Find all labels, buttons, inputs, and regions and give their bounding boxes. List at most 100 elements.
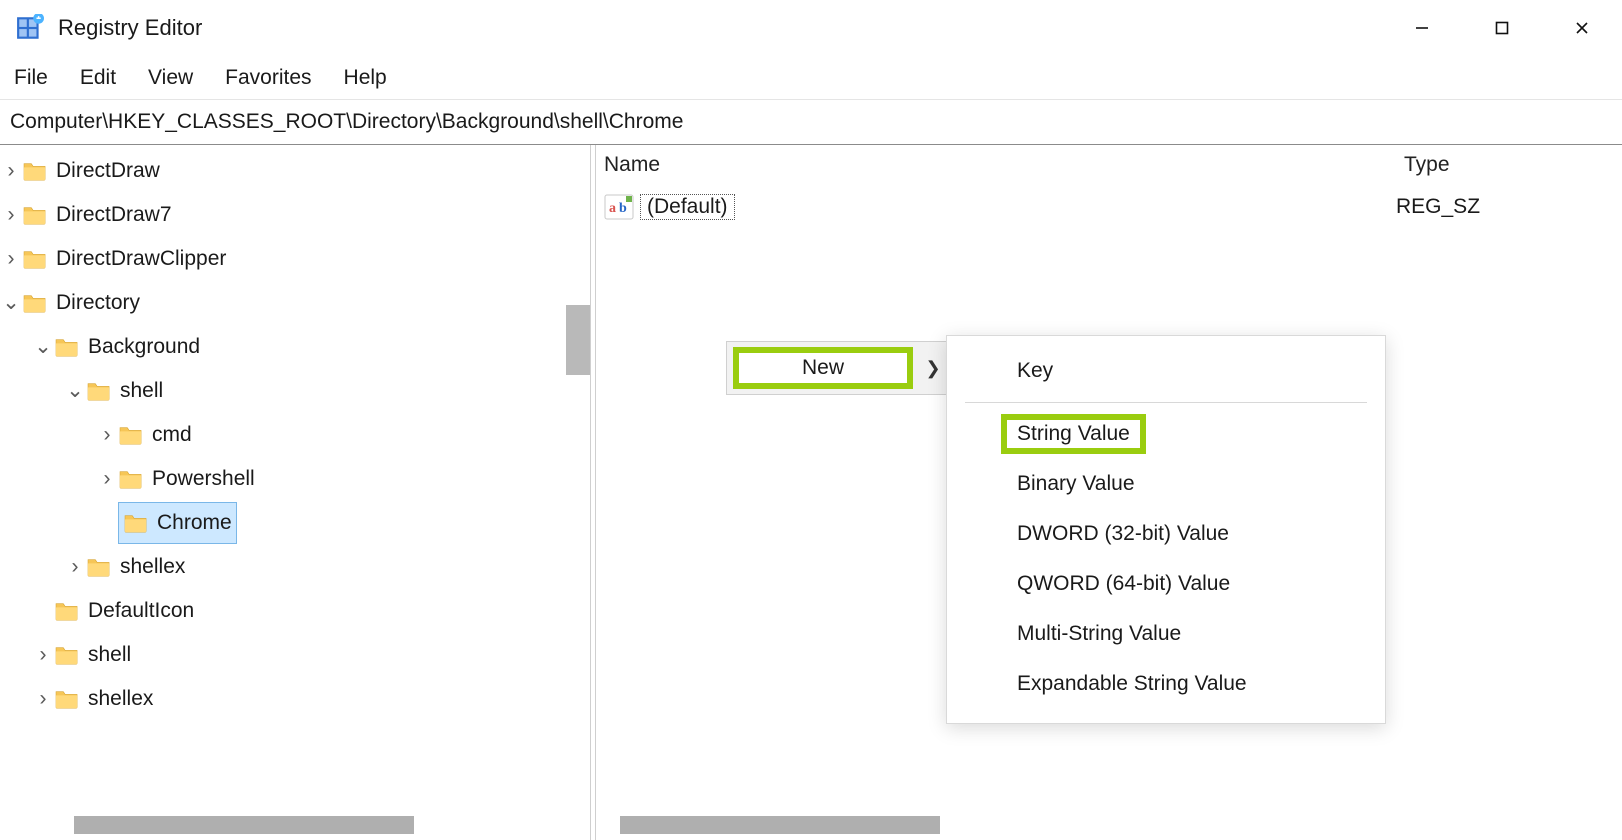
context-menu-item-new[interactable]: New <box>733 347 913 389</box>
address-bar[interactable]: Computer\HKEY_CLASSES_ROOT\Directory\Bac… <box>0 99 1622 145</box>
tree-item[interactable]: › shellex <box>0 677 590 721</box>
tree-item-label: shell <box>120 371 163 411</box>
context-menu-item-label: Multi-String Value <box>1017 622 1181 646</box>
context-menu-item-label: DWORD (32-bit) Value <box>1017 522 1229 546</box>
context-menu-item[interactable]: String Value <box>947 409 1385 459</box>
tree-item[interactable]: ⌄ shell <box>0 369 590 413</box>
chevron-down-icon[interactable]: ⌄ <box>64 371 86 411</box>
context-menu-parent: New ❯ <box>726 341 948 395</box>
context-menu-item[interactable]: DWORD (32-bit) Value <box>947 509 1385 559</box>
tree-item[interactable]: › DirectDraw7 <box>0 193 590 237</box>
close-icon <box>1575 21 1589 35</box>
column-header-type[interactable]: Type <box>1396 153 1622 177</box>
tree-item-label: Directory <box>56 283 140 323</box>
list-horizontal-scrollbar[interactable] <box>620 816 940 834</box>
list-pane: Name Type (Default) REG_SZ New ❯ Key Stri… <box>596 145 1622 840</box>
tree-item[interactable]: ⌄ Background <box>0 325 590 369</box>
folder-icon <box>118 424 144 446</box>
chevron-down-icon[interactable]: ⌄ <box>0 283 22 323</box>
context-menu-item[interactable]: Expandable String Value <box>947 659 1385 709</box>
tree-item[interactable]: DefaultIcon <box>0 589 590 633</box>
minimize-icon <box>1415 21 1429 35</box>
tree-item-label: DirectDraw7 <box>56 195 172 235</box>
menu-view[interactable]: View <box>148 66 193 90</box>
address-path: Computer\HKEY_CLASSES_ROOT\Directory\Bac… <box>10 110 683 134</box>
tree-pane: › DirectDraw › DirectDraw7 › DirectDrawClippe… <box>0 145 590 840</box>
folder-icon <box>22 292 48 314</box>
folder-icon <box>54 600 80 622</box>
minimize-button[interactable] <box>1382 0 1462 55</box>
tree-item[interactable]: ⌄ Directory <box>0 281 590 325</box>
context-menu-item[interactable]: Key <box>947 346 1385 396</box>
window-title: Registry Editor <box>58 15 202 41</box>
chevron-right-icon[interactable]: › <box>32 679 54 719</box>
folder-icon <box>22 204 48 226</box>
tree-item-label: DirectDrawClipper <box>56 239 226 279</box>
folder-icon <box>54 688 80 710</box>
context-menu-item-label: Binary Value <box>1017 472 1135 496</box>
chevron-down-icon[interactable]: ⌄ <box>32 327 54 367</box>
tree-item[interactable]: › cmd <box>0 413 590 457</box>
context-menu-item[interactable]: Binary Value <box>947 459 1385 509</box>
tree-item[interactable]: › DirectDrawClipper <box>0 237 590 281</box>
menu-favorites[interactable]: Favorites <box>225 66 311 90</box>
value-type: REG_SZ <box>1396 195 1480 219</box>
string-value-icon <box>604 194 634 220</box>
folder-icon <box>86 556 112 578</box>
maximize-icon <box>1495 21 1509 35</box>
tree-item-label: shellex <box>88 679 153 719</box>
chevron-right-icon[interactable]: › <box>64 547 86 587</box>
tree-item[interactable]: › shellex <box>0 545 590 589</box>
value-name: (Default) <box>640 194 735 220</box>
folder-icon <box>22 160 48 182</box>
tree-item-label: shell <box>88 635 131 675</box>
tree-item-label: cmd <box>152 415 192 455</box>
tree-item-label: Background <box>88 327 200 367</box>
folder-icon <box>123 512 149 534</box>
tree-item[interactable]: › DirectDraw <box>0 149 590 193</box>
chevron-right-icon[interactable]: › <box>32 635 54 675</box>
maximize-button[interactable] <box>1462 0 1542 55</box>
close-button[interactable] <box>1542 0 1622 55</box>
context-menu-item-label: QWORD (64-bit) Value <box>1017 572 1230 596</box>
context-menu-item-new-label: New <box>802 356 844 380</box>
chevron-right-icon[interactable]: › <box>0 239 22 279</box>
list-header: Name Type <box>596 145 1622 185</box>
tree-horizontal-scrollbar[interactable] <box>74 816 414 834</box>
context-menu-item[interactable]: QWORD (64-bit) Value <box>947 559 1385 609</box>
tree-item[interactable]: Chrome <box>0 501 590 545</box>
context-menu-item-label: Key <box>1017 359 1053 383</box>
folder-icon <box>118 468 144 490</box>
tree-item-label: Powershell <box>152 459 255 499</box>
submenu-arrow-icon: ❯ <box>919 358 947 379</box>
value-row[interactable]: (Default) REG_SZ <box>596 185 1622 229</box>
column-header-name[interactable]: Name <box>596 153 1396 177</box>
folder-icon <box>86 380 112 402</box>
folder-icon <box>54 644 80 666</box>
titlebar: Registry Editor <box>0 0 1622 55</box>
menu-file[interactable]: File <box>14 66 48 90</box>
context-menu-item[interactable]: Multi-String Value <box>947 609 1385 659</box>
context-menu: New ❯ Key String Value Binary Value DWORD (… <box>726 341 1386 724</box>
context-menu-item-label: Expandable String Value <box>1017 672 1247 696</box>
context-menu-item-label: String Value <box>1001 414 1146 454</box>
menubar: File Edit View Favorites Help <box>0 55 1622 99</box>
menu-help[interactable]: Help <box>344 66 387 90</box>
chevron-right-icon[interactable]: › <box>0 195 22 235</box>
regedit-app-icon <box>16 14 44 42</box>
tree-item-label: shellex <box>120 547 185 587</box>
chevron-right-icon[interactable]: › <box>96 415 118 455</box>
context-menu-separator <box>965 402 1367 403</box>
chevron-right-icon[interactable]: › <box>0 151 22 191</box>
menu-edit[interactable]: Edit <box>80 66 116 90</box>
tree-item-label: Chrome <box>157 503 232 543</box>
context-submenu: Key String Value Binary Value DWORD (32-bit… <box>946 335 1386 724</box>
folder-icon <box>54 336 80 358</box>
tree-vertical-scrollbar[interactable] <box>566 305 590 375</box>
tree-item[interactable]: › Powershell <box>0 457 590 501</box>
folder-icon <box>22 248 48 270</box>
chevron-right-icon[interactable]: › <box>96 459 118 499</box>
tree-item[interactable]: › shell <box>0 633 590 677</box>
tree-item-label: DefaultIcon <box>88 591 194 631</box>
tree-item-label: DirectDraw <box>56 151 160 191</box>
